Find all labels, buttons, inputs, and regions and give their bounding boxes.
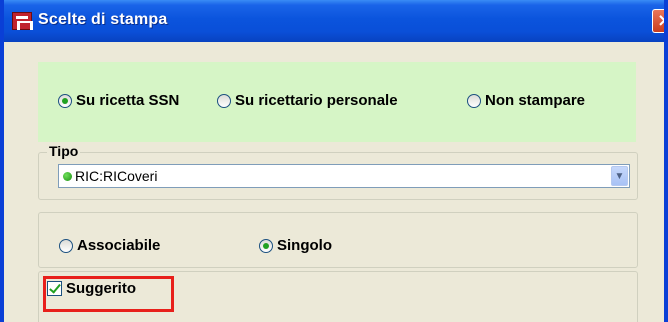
radio-su-ricettario-personale[interactable]: Su ricettario personale [217,92,398,109]
radio-label: Associabile [77,237,161,254]
radio-unselected-icon [59,238,73,253]
checkbox-checked-icon [47,281,62,296]
chevron-down-icon[interactable]: ▼ [611,166,628,186]
window-title: Scelte di stampa [38,11,168,28]
radio-selected-icon [58,93,72,108]
suggerito-checkbox[interactable]: Suggerito [47,280,136,297]
status-dot-icon [63,172,72,181]
radio-label: Su ricettario personale [235,92,398,109]
radio-unselected-icon [467,93,481,108]
app-icon [12,12,33,30]
radio-selected-icon [259,238,273,253]
radio-non-stampare[interactable]: Non stampare [467,92,585,109]
close-button[interactable]: × [652,9,664,33]
radio-label: Non stampare [485,92,586,109]
tipo-group: Tipo RIC:RICoveri ▼ [38,143,638,200]
radio-unselected-icon [217,93,231,108]
radio-label: Singolo [277,237,332,254]
grouping-panel: Associabile Singolo [38,212,638,268]
suggerito-panel: Suggerito [38,271,638,322]
radio-su-ricetta-ssn[interactable]: Su ricetta SSN [58,92,179,109]
tipo-select[interactable]: RIC:RICoveri ▼ [58,164,630,188]
radio-label: Su ricetta SSN [76,92,180,109]
tipo-legend: Tipo [47,143,81,159]
radio-singolo[interactable]: Singolo [259,237,332,254]
checkbox-label: Suggerito [66,280,136,297]
title-bar[interactable]: Scelte di stampa × [4,0,664,42]
print-mode-panel: Su ricetta SSN Su ricettario personale N… [38,62,636,142]
radio-associabile[interactable]: Associabile [59,237,160,254]
tipo-selected-value: RIC:RICoveri [75,168,158,184]
print-options-dialog: Scelte di stampa × Su ricetta SSN Su ric… [0,0,668,322]
